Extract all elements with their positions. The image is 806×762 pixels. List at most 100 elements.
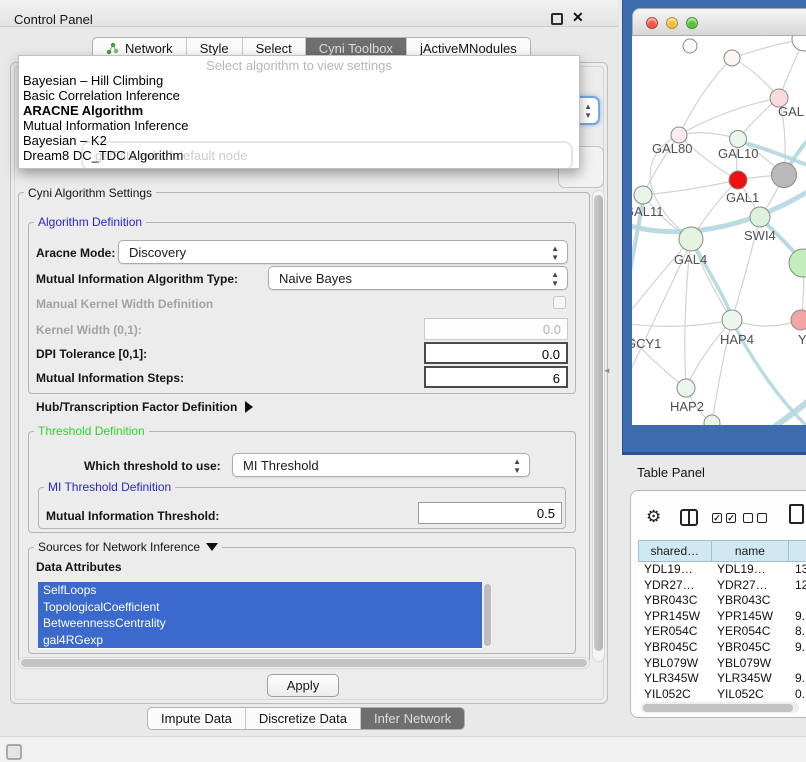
dpi-tolerance-field[interactable]: 0.0	[424, 342, 568, 364]
network-node-gal11[interactable]	[634, 186, 652, 204]
attribute-item-betweennesscentrality[interactable]: BetweennessCentrality	[38, 615, 482, 632]
network-node[interactable]	[683, 39, 697, 53]
node-label: SWI4	[744, 228, 776, 243]
ghost-network-combo-value: galFiltered.sif default node	[95, 148, 247, 163]
network-node[interactable]	[704, 415, 720, 425]
table-row[interactable]: YLR345WYLR345W9.	[638, 671, 806, 687]
apply-button[interactable]: Apply	[267, 674, 339, 697]
table-row[interactable]: YDR27…YDR27…12	[638, 578, 806, 594]
network-node-gal10[interactable]	[730, 131, 747, 148]
table-row[interactable]: YBR043CYBR043C	[638, 593, 806, 609]
tab-label: Style	[200, 41, 229, 56]
table-header-row[interactable]: shared…name	[638, 540, 806, 562]
network-window-titlebar[interactable]	[632, 8, 806, 36]
tab-label: Network	[125, 41, 173, 56]
mi-threshold-field[interactable]: 0.5	[418, 502, 562, 524]
column-layout-icon[interactable]	[680, 509, 698, 526]
network-node-gal4[interactable]	[679, 227, 703, 251]
algorithm-option-mutual-information-inference[interactable]: Mutual Information Inference	[19, 118, 579, 133]
cyni-settings-group-title: Cyni Algorithm Settings	[24, 186, 156, 200]
mi-algorithm-type-combo[interactable]: Naive Bayes ▲▼	[268, 266, 568, 290]
manual-kernel-width-checkbox[interactable]	[553, 296, 566, 309]
algorithm-option-aracne-algorithm[interactable]: ARACNE Algorithm	[19, 103, 579, 118]
deselect-all-checkbox-icon[interactable]	[757, 513, 767, 523]
kernel-width-field[interactable]: 0.0	[424, 318, 568, 340]
table-cell: YDL19…	[638, 562, 711, 578]
window-close-icon[interactable]	[646, 17, 658, 29]
dpi-tolerance-label: DPI Tolerance [0,1]:	[36, 347, 147, 361]
table-body[interactable]: YDL19…YDL19…13YDR27…YDR27…12YBR043CYBR04…	[638, 562, 806, 701]
sources-group-title[interactable]: Sources for Network Inference	[34, 540, 222, 554]
table-cell: YPR145W	[711, 609, 789, 625]
mi-steps-field[interactable]: 6	[424, 366, 568, 388]
network-node-y[interactable]	[791, 310, 806, 330]
node-label: GAL11	[632, 204, 664, 219]
network-node-swi4[interactable]	[750, 207, 770, 227]
bottom-tab-discretize-data[interactable]: Discretize Data	[246, 708, 361, 729]
algorithm-option-bayesian-hill-climbing[interactable]: Bayesian – Hill Climbing	[19, 73, 579, 88]
tab-label: Discretize Data	[259, 711, 347, 726]
table-row[interactable]: YBR045CYBR045C9.	[638, 640, 806, 656]
table-settings-gear-icon[interactable]: ⚙	[646, 507, 661, 527]
splitter-grip-icon[interactable]: ◄	[603, 366, 611, 375]
settings-vertical-scrollbar[interactable]	[592, 190, 605, 662]
network-node-hap2[interactable]	[677, 379, 695, 397]
network-node[interactable]	[789, 249, 806, 277]
table-row[interactable]: YIL052CYIL052C0.	[638, 687, 806, 701]
network-node[interactable]	[772, 163, 797, 188]
data-attributes-list[interactable]: SelfLoopsTopologicalCoefficientBetweenne…	[38, 582, 482, 649]
scrollbar-thumb[interactable]	[21, 659, 587, 667]
aracne-mode-combo[interactable]: Discovery ▲▼	[118, 240, 568, 264]
settings-horizontal-scrollbar[interactable]	[18, 657, 590, 669]
node-label: GCY1	[632, 336, 661, 351]
table-cell: 9.	[789, 671, 806, 687]
window-minimize-icon[interactable]	[666, 17, 678, 29]
network-edge[interactable]	[632, 323, 686, 388]
table-row[interactable]: YBL079WYBL079W	[638, 656, 806, 672]
network-edge[interactable]	[686, 320, 732, 388]
table-row[interactable]: YER054CYER054C8.	[638, 624, 806, 640]
float-panel-icon[interactable]	[551, 13, 563, 25]
mi-threshold-definition-title: MI Threshold Definition	[44, 480, 175, 494]
control-panel-titlebar: Control Panel ✕	[0, 0, 618, 27]
window-zoom-icon[interactable]	[686, 17, 698, 29]
attribute-list-scrollbar[interactable]	[483, 583, 492, 648]
mi-algorithm-type-value: Naive Bayes	[279, 271, 352, 286]
network-node-gal1[interactable]	[729, 171, 747, 189]
network-edge[interactable]	[643, 180, 738, 195]
table-cell: 13	[789, 562, 806, 578]
column-header-name[interactable]: name	[712, 541, 790, 561]
close-panel-icon[interactable]: ✕	[572, 9, 584, 26]
network-edge-highlighted[interactable]	[750, 392, 806, 425]
table-cell: YBL079W	[711, 656, 789, 672]
which-threshold-combo[interactable]: MI Threshold ▲▼	[232, 453, 530, 477]
network-edge[interactable]	[679, 98, 779, 135]
grip-box-icon[interactable]	[6, 744, 22, 760]
table-horizontal-scrollbar[interactable]	[641, 702, 799, 713]
table-row[interactable]: YPR145WYPR145W9.	[638, 609, 806, 625]
network-edge[interactable]	[679, 58, 732, 135]
node-label: GAL1	[726, 190, 759, 205]
network-canvas[interactable]: GALGAL80GAL10GAL1GAL11SWI4GAL4GCY1HAP4YH…	[632, 36, 806, 425]
export-table-file-icon[interactable]	[789, 504, 804, 524]
attribute-item-gal4rgexp[interactable]: gal4RGexp	[38, 632, 482, 649]
network-edge[interactable]	[632, 320, 732, 326]
column-header-hidden[interactable]	[789, 541, 806, 561]
bottom-tab-infer-network[interactable]: Infer Network	[361, 708, 464, 729]
hub-definition-toggle[interactable]: Hub/Transcription Factor Definition	[36, 400, 253, 414]
deselect-all-checkbox-icon[interactable]	[743, 513, 753, 523]
which-threshold-value: MI Threshold	[243, 458, 319, 473]
select-all-checkbox-icon[interactable]: ✓	[726, 513, 736, 523]
column-header-shared[interactable]: shared…	[639, 541, 712, 561]
network-node[interactable]	[792, 36, 806, 51]
table-row[interactable]: YDL19…YDL19…13	[638, 562, 806, 578]
scrollbar-thumb[interactable]	[594, 195, 603, 651]
network-node-hap4[interactable]	[722, 310, 742, 330]
attribute-item-topologicalcoefficient[interactable]: TopologicalCoefficient	[38, 599, 482, 616]
network-node[interactable]	[724, 50, 740, 66]
attribute-item-selfloops[interactable]: SelfLoops	[38, 582, 482, 599]
bottom-tab-impute-data[interactable]: Impute Data	[148, 708, 246, 729]
select-all-checkbox-icon[interactable]: ✓	[712, 513, 722, 523]
scrollbar-thumb[interactable]	[484, 584, 491, 646]
scrollbar-thumb[interactable]	[643, 704, 793, 712]
